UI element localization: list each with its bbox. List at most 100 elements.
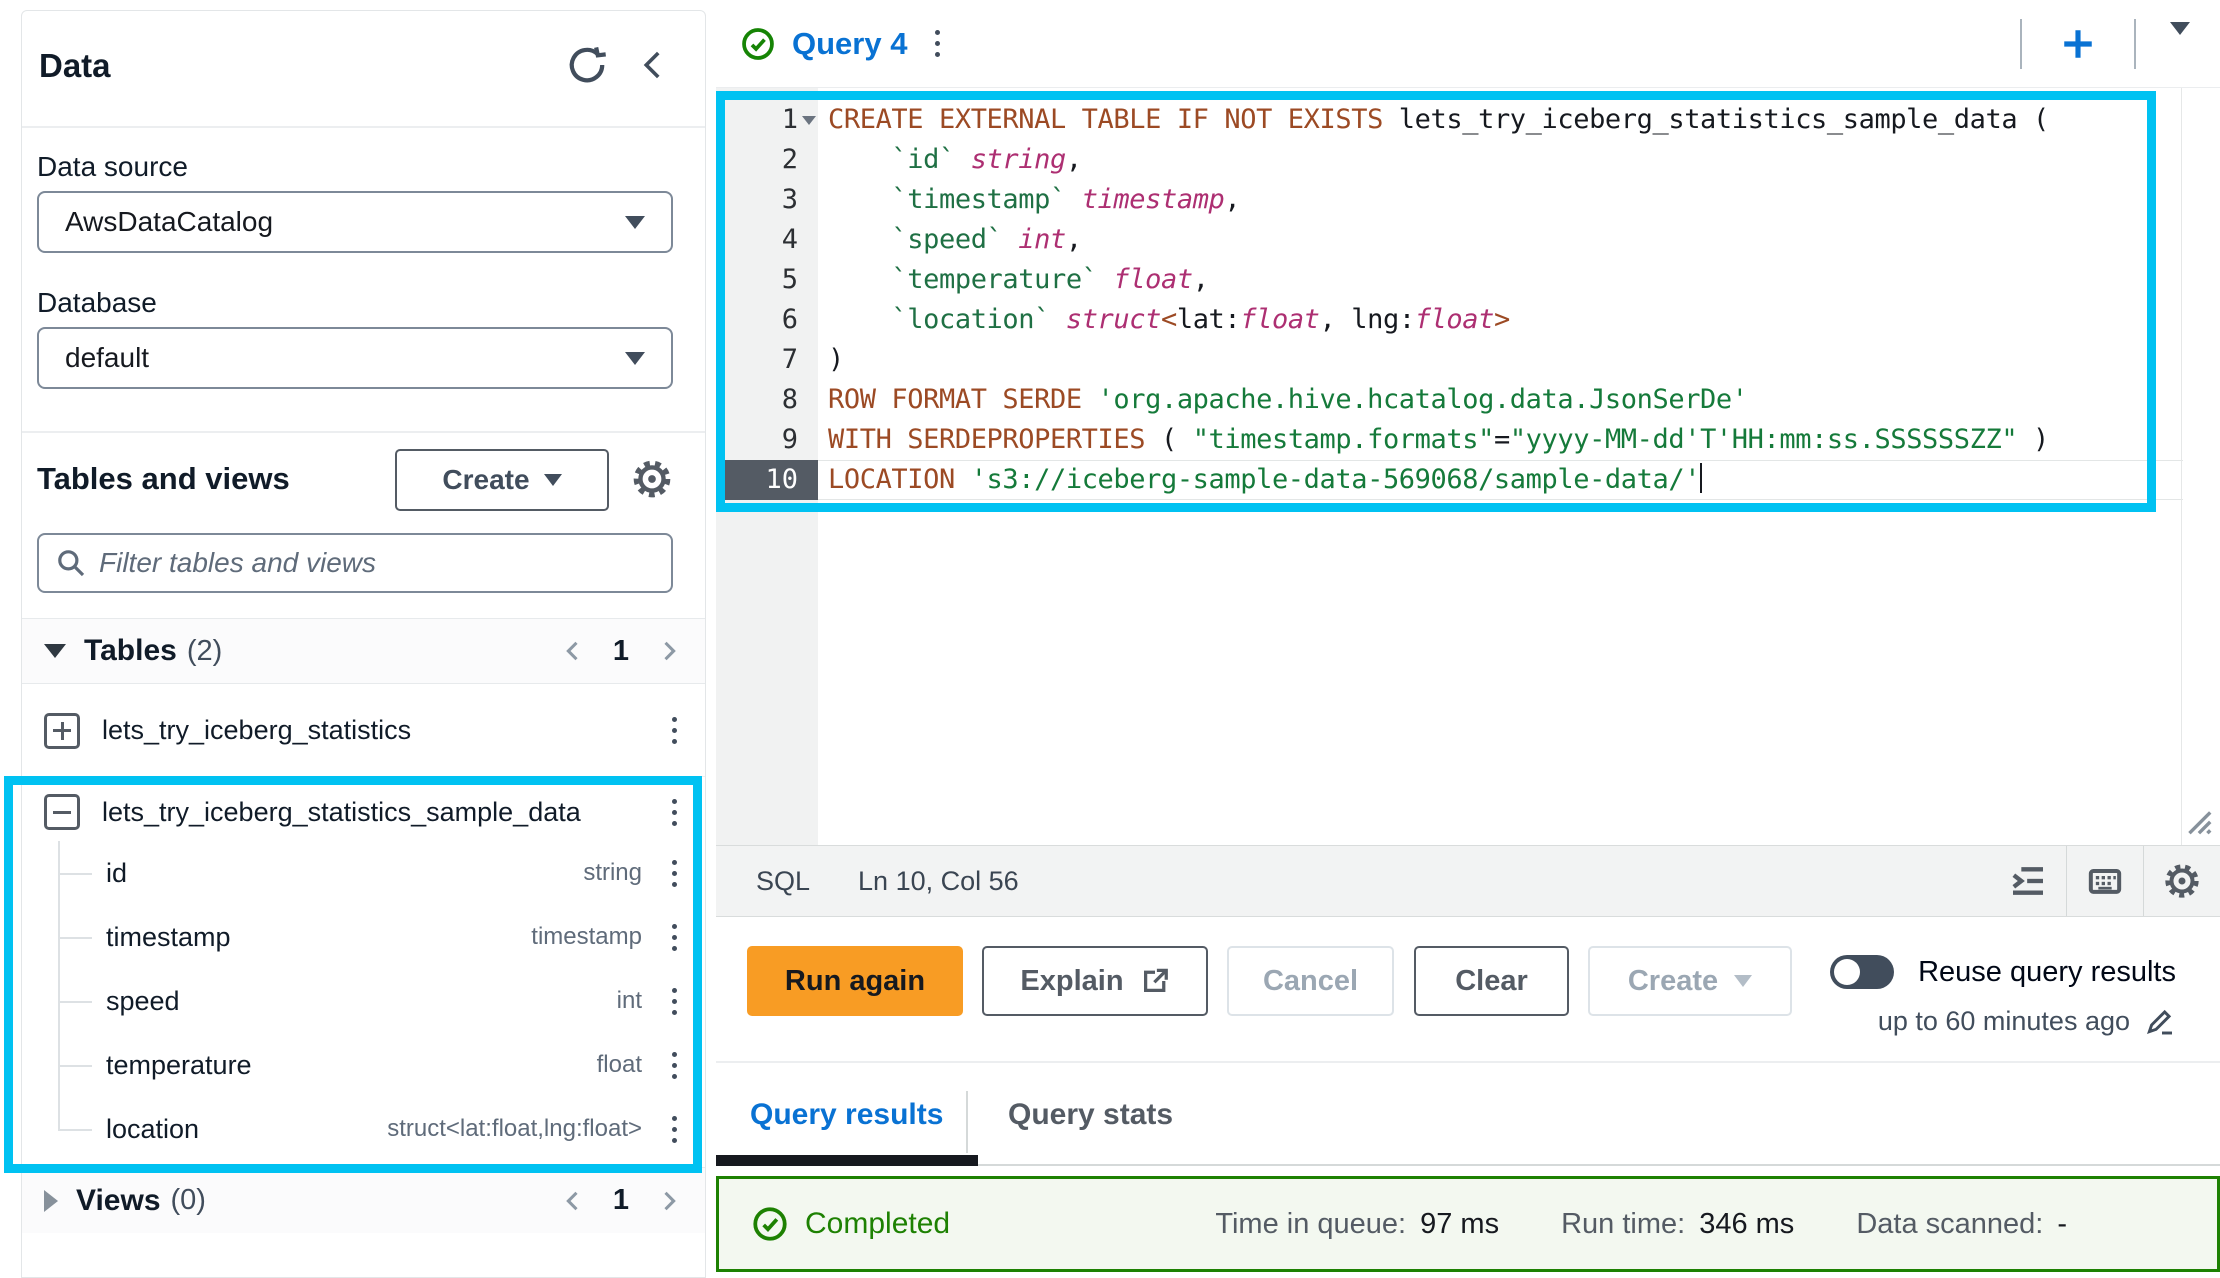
expand-table-icon[interactable] [44,713,80,749]
cancel-label: Cancel [1263,965,1358,998]
code-token: int [1018,224,1066,255]
refresh-icon[interactable] [565,43,609,87]
line-number: 10 [716,460,818,500]
keyboard-shortcuts-icon[interactable] [2067,846,2143,916]
line-number: 3 [716,180,818,220]
run-again-button[interactable]: Run again [747,946,963,1016]
database-value: default [65,342,149,374]
tab-query-results[interactable]: Query results [750,1063,943,1166]
code-token: `timestamp` [891,184,1065,215]
divider [22,431,705,433]
tree-connector [58,937,92,939]
code-token [828,224,891,255]
views-section-label: Views [76,1184,161,1218]
tab-kebab-menu-icon[interactable] [929,24,946,63]
table-name[interactable]: lets_try_iceberg_statistics [102,715,411,746]
code-token: ( [1145,424,1193,455]
page-prev-icon[interactable] [559,1187,587,1215]
code-token: `temperature` [891,264,1097,295]
editor-settings-gear-icon[interactable] [2144,846,2220,916]
code-line: CREATE EXTERNAL TABLE IF NOT EXISTS lets… [828,100,2220,140]
code-area[interactable]: CREATE EXTERNAL TABLE IF NOT EXISTS lets… [828,100,2220,845]
table-row: lets_try_iceberg_statistics [22,685,705,777]
column-name[interactable]: id [106,858,127,889]
fold-arrow-icon[interactable] [802,116,816,125]
code-token: lets_try_iceberg_statistics_sample_data … [1383,104,2049,135]
divider [2020,19,2022,69]
completed-check-icon [751,1205,789,1243]
gear-icon[interactable] [630,457,674,501]
code-token [955,464,971,495]
search-icon [55,547,87,579]
data-source-label: Data source [37,151,188,183]
query-tab[interactable]: Query 4 [740,24,946,63]
stat-item: Data scanned:- [1856,1208,2067,1241]
cursor-position: Ln 10, Col 56 [858,866,1019,897]
collapse-panel-icon[interactable] [635,45,671,85]
column-name[interactable]: temperature [106,1050,252,1081]
divider [2134,19,2136,69]
code-token: "yyyy-MM-dd'T'HH:mm:ss.SSSSSSZZ" [1510,424,2017,455]
new-query-tab-icon[interactable] [2052,18,2104,70]
kebab-menu-icon[interactable] [666,793,683,832]
code-token: ) [828,344,844,375]
data-source-select[interactable]: AwsDataCatalog [37,191,673,253]
columns-list: idstringtimestamptimestampspeedinttemper… [22,841,705,1161]
column-name[interactable]: speed [106,986,180,1017]
status-completed-label: Completed [805,1207,950,1241]
code-token: struct [1066,304,1161,335]
create-button[interactable]: Create [395,449,609,511]
clear-button[interactable]: Clear [1414,946,1569,1016]
query-tab-bar: Query 4 [716,0,2220,88]
tables-section-header[interactable]: Tables (2) 1 [22,618,705,684]
column-name[interactable]: location [106,1114,199,1145]
chevron-down-icon [625,216,645,229]
page-next-icon[interactable] [655,1187,683,1215]
kebab-menu-icon[interactable] [666,854,683,893]
code-token: , [1066,224,1082,255]
page-next-icon[interactable] [655,637,683,665]
section-expanded-icon[interactable] [44,644,66,658]
reuse-results-toggle[interactable] [1830,955,1894,989]
code-token: `id` [891,144,954,175]
tab-list-dropdown-icon[interactable] [2166,31,2194,57]
page-prev-icon[interactable] [559,637,587,665]
tables-section-label: Tables [84,634,177,668]
kebab-menu-icon[interactable] [666,711,683,750]
kebab-menu-icon[interactable] [666,918,683,957]
database-select[interactable]: default [37,327,673,389]
success-check-icon [740,26,776,62]
code-token: 's3://iceberg-sample-data-569068/sample-… [971,464,1700,495]
code-token: , lng: [1320,304,1415,335]
code-token [828,264,891,295]
code-token: ) [2017,424,2049,455]
code-token: , [1224,184,1240,215]
filter-tables-input[interactable] [99,547,655,579]
explain-button[interactable]: Explain [982,946,1208,1016]
format-query-icon[interactable] [1990,846,2066,916]
cancel-button[interactable]: Cancel [1227,946,1394,1016]
stat-value: - [2057,1208,2067,1241]
tables-count: (2) [187,635,222,668]
tree-connector [58,1001,92,1003]
editor-status-bar: SQL Ln 10, Col 56 [716,845,2220,917]
kebab-menu-icon[interactable] [666,1046,683,1085]
collapse-table-icon[interactable] [44,794,80,830]
edit-pencil-icon[interactable] [2144,1005,2176,1037]
section-collapsed-icon[interactable] [44,1190,58,1212]
create-dropdown-button[interactable]: Create [1588,946,1792,1016]
code-token: CREATE EXTERNAL TABLE IF NOT EXISTS [828,104,1383,135]
filter-input-box [37,533,673,593]
kebab-menu-icon[interactable] [666,982,683,1021]
line-number: 9 [716,420,818,460]
stat-label: Data scanned: [1856,1208,2043,1241]
line-number: 7 [716,340,818,380]
kebab-menu-icon[interactable] [666,1110,683,1149]
editor-resize-handle[interactable] [2180,803,2214,837]
views-section-header[interactable]: Views (0) 1 [22,1167,705,1233]
tab-query-stats[interactable]: Query stats [1008,1063,1173,1166]
column-name[interactable]: timestamp [106,922,231,953]
code-token: ROW FORMAT SERDE [828,384,1082,415]
table-name[interactable]: lets_try_iceberg_statistics_sample_data [102,797,581,828]
code-token: 'org.apache.hive.hcatalog.data.JsonSerDe… [1098,384,1748,415]
